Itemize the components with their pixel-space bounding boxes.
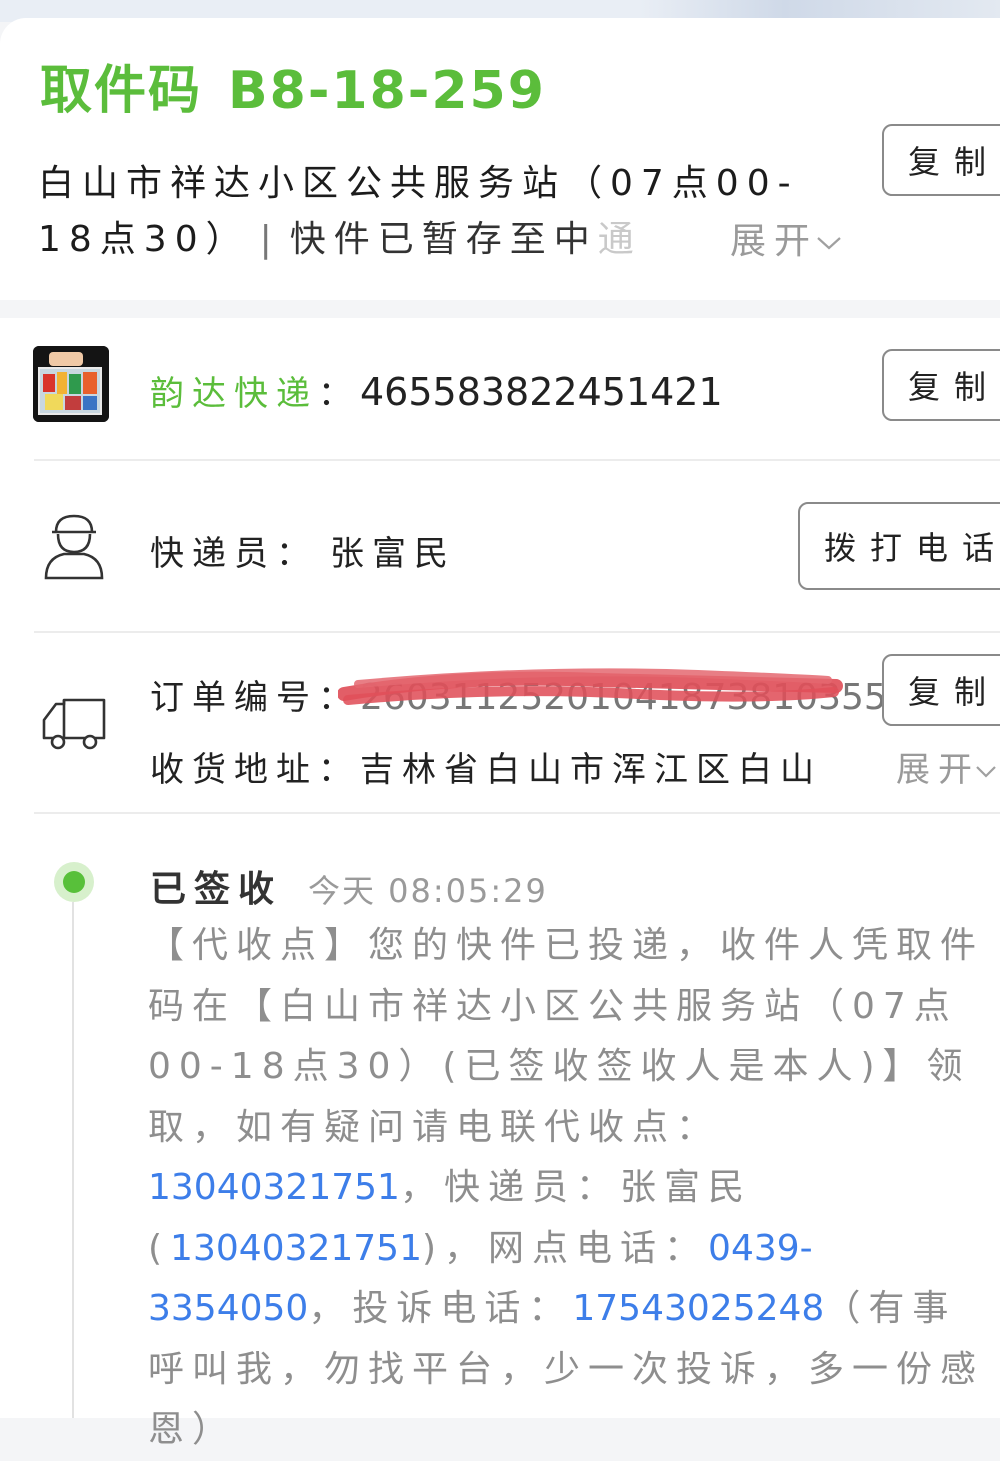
package-thumbnail bbox=[33, 346, 109, 422]
phone-link-station[interactable]: 13040321751 bbox=[148, 1167, 400, 1208]
station-notice-fade: 通 bbox=[597, 219, 642, 260]
express-colon: ： bbox=[318, 374, 360, 414]
express-line: 韵达快递：465583822451421 bbox=[150, 366, 723, 415]
copy-order-label: 复制 bbox=[908, 673, 1000, 711]
call-courier-button[interactable]: 拨打电话 bbox=[798, 502, 1000, 590]
copy-pickup-code-button[interactable]: 复制 bbox=[882, 124, 1000, 196]
courier-name: 张富民 bbox=[330, 534, 456, 574]
station-separator: | bbox=[259, 219, 280, 260]
address-label: 收货地址： bbox=[150, 750, 360, 790]
timeline-line bbox=[72, 902, 74, 1418]
phone-link-courier[interactable]: 13040321751 bbox=[170, 1228, 422, 1269]
delivery-truck-icon bbox=[42, 698, 106, 750]
address-expand-toggle[interactable]: 展开 bbox=[896, 742, 998, 791]
order-label: 订单编号： bbox=[150, 678, 360, 718]
timeline-time: 今天 08:05:29 bbox=[308, 872, 548, 910]
copy-tracking-button[interactable]: 复制 bbox=[882, 349, 1000, 421]
timeline-status: 已签收 bbox=[150, 869, 283, 910]
divider bbox=[34, 459, 1000, 461]
timeline-dot-active bbox=[54, 862, 94, 902]
pickup-code-title: 取件码 B8-18-259 bbox=[40, 48, 572, 123]
copy-tracking-label: 复制 bbox=[908, 368, 1000, 406]
package-thumbnail-image bbox=[33, 346, 109, 422]
call-courier-label: 拨打电话 bbox=[824, 529, 1000, 567]
pickup-code-value: B8-18-259 bbox=[228, 61, 546, 121]
tracking-number: 465583822451421 bbox=[360, 370, 723, 414]
chevron-down-icon bbox=[817, 237, 841, 250]
divider bbox=[34, 812, 1000, 814]
address-line: 收货地址：吉林省白山市浑江区白山 bbox=[150, 742, 822, 791]
pickup-station-info: 白山市祥达小区公共服务站（07点00-18点30） | 快件已暂存至中通 bbox=[38, 156, 828, 268]
detail-text-3: )，网点电话： bbox=[422, 1227, 709, 1269]
phone-link-complaint[interactable]: 17543025248 bbox=[572, 1288, 824, 1329]
courier-line: 快递员： 张富民 bbox=[150, 526, 456, 575]
address-expand-label: 展开 bbox=[896, 750, 980, 790]
redaction-scribble bbox=[338, 668, 843, 705]
pickup-code-label: 取件码 bbox=[40, 61, 203, 121]
divider bbox=[34, 631, 1000, 633]
timeline-detail: 【代收点】您的快件已投递，收件人凭取件码在【白山市祥达小区公共服务站（07点00… bbox=[148, 916, 1000, 1461]
detail-text-4: ，投诉电话： bbox=[308, 1288, 573, 1329]
copy-pickup-code-label: 复制 bbox=[908, 143, 1000, 181]
express-company: 韵达快递 bbox=[150, 374, 318, 414]
courier-person-icon bbox=[44, 514, 104, 580]
pickup-expand-label: 展开 bbox=[730, 221, 819, 262]
chevron-down-icon bbox=[976, 765, 996, 778]
detail-text-1: 【代收点】您的快件已投递，收件人凭取件码在【白山市祥达小区公共服务站（07点00… bbox=[148, 925, 985, 1148]
copy-order-button[interactable]: 复制 bbox=[882, 654, 1000, 726]
station-notice: 快件已暂存至中 bbox=[289, 219, 598, 260]
address-value: 吉林省白山市浑江区白山 bbox=[360, 750, 822, 790]
pickup-expand-toggle[interactable]: 展开 bbox=[730, 212, 844, 264]
courier-label: 快递员： bbox=[150, 534, 318, 574]
